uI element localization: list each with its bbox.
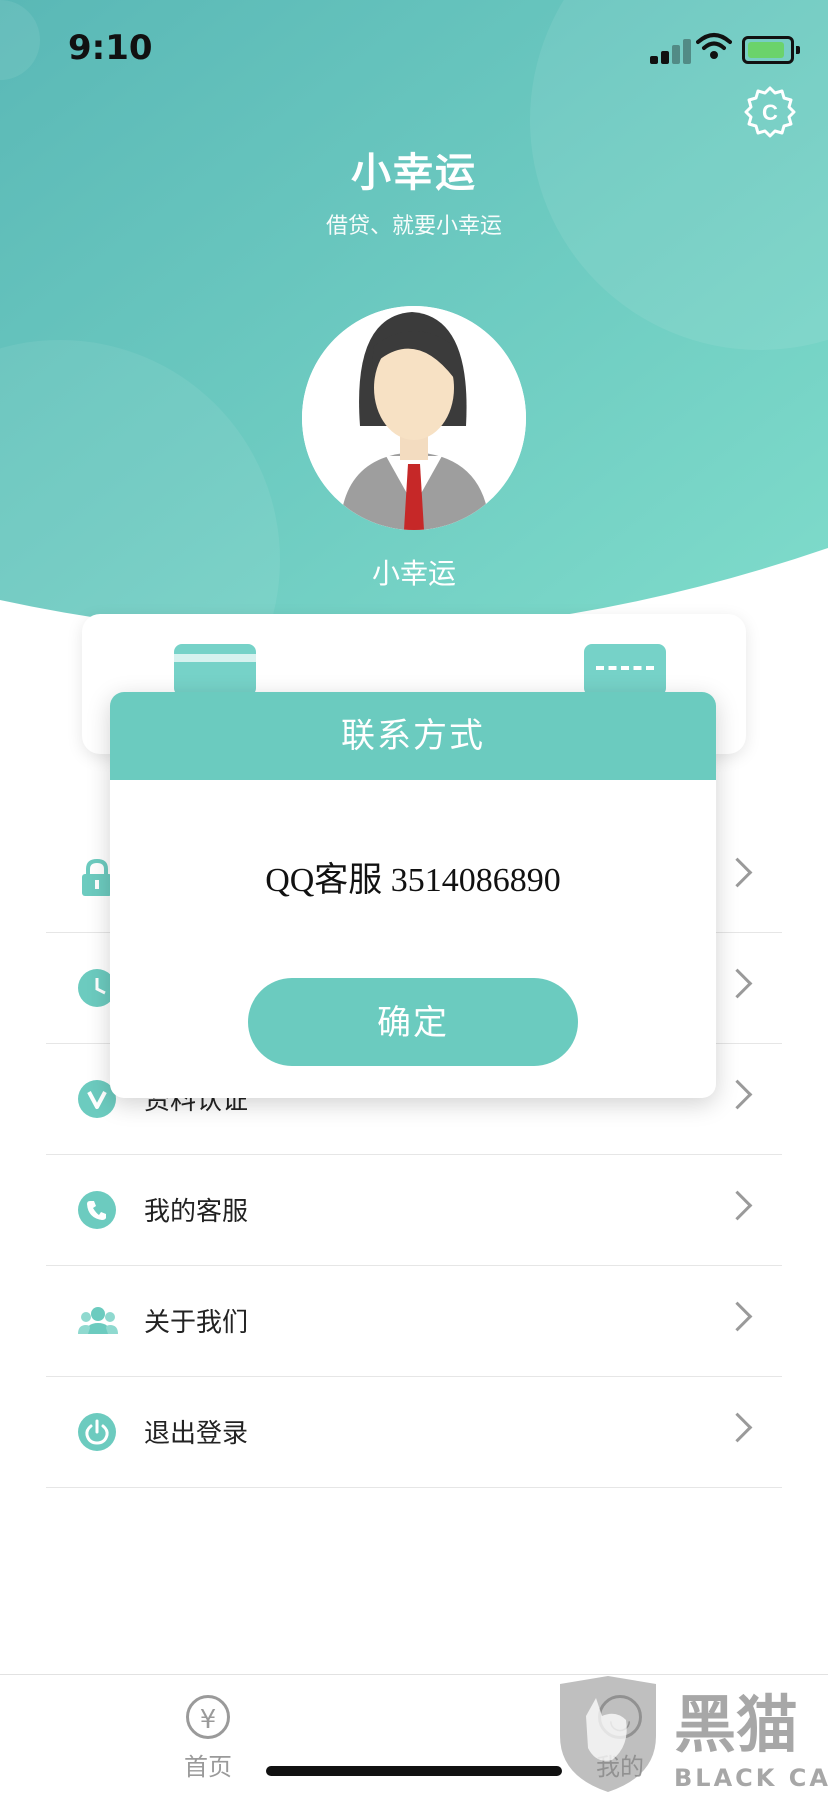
black-cat-watermark-logo: 黑猫 BLACK CAT [560,1676,828,1792]
menu-item-label: 退出登录 [144,1419,249,1449]
svg-text:黑猫: 黑猫 [674,1688,798,1761]
menu-item-customer-service[interactable]: 我的客服 [46,1155,782,1266]
tab-home[interactable]: ¥ 首页 [148,1695,268,1782]
chevron-right-icon [722,968,753,999]
chevron-right-icon [722,857,753,888]
dialog-title: 联系方式 [110,692,716,780]
phone-icon [78,1191,116,1229]
battery-icon [742,36,800,64]
dialog-message: QQ客服 3514086890 [265,862,561,899]
menu-item-about-us[interactable]: 关于我们 [46,1266,782,1377]
yen-icon: ¥ [186,1695,230,1739]
menu-item-logout[interactable]: 退出登录 [46,1377,782,1488]
tab-label: 首页 [184,1753,232,1781]
profile-header: 9:10 C 小幸运 借贷、就要小幸运 小幸运 [0,0,828,640]
chevron-right-icon [722,1301,753,1332]
menu-item-label: 我的客服 [144,1197,249,1227]
chevron-right-icon [722,1079,753,1110]
app-slogan: 借贷、就要小幸运 [325,214,502,239]
svg-text:C: C [762,100,778,125]
home-indicator[interactable] [266,1766,562,1776]
wifi-icon [696,33,732,59]
menu-item-label: 关于我们 [144,1308,249,1338]
chevron-right-icon [722,1412,753,1443]
status-time: 9:10 [68,28,153,68]
svg-text:BLACK CAT: BLACK CAT [674,1764,828,1792]
settings-gear-icon[interactable]: C [744,86,796,138]
cellular-signal-icon [650,38,692,64]
avatar-woman-image [302,306,526,530]
contact-dialog: 联系方式 QQ客服 3514086890 确定 [110,692,716,1098]
bill-icon[interactable] [584,644,666,696]
power-icon [78,1413,116,1451]
chevron-right-icon [722,1190,753,1221]
card-icon[interactable] [174,644,256,696]
app-title: 小幸运 [351,150,477,196]
people-icon [78,1307,118,1334]
status-bar: 9:10 [0,0,828,100]
username: 小幸运 [371,557,456,590]
confirm-button[interactable]: 确定 [248,978,578,1066]
avatar[interactable] [302,306,526,530]
